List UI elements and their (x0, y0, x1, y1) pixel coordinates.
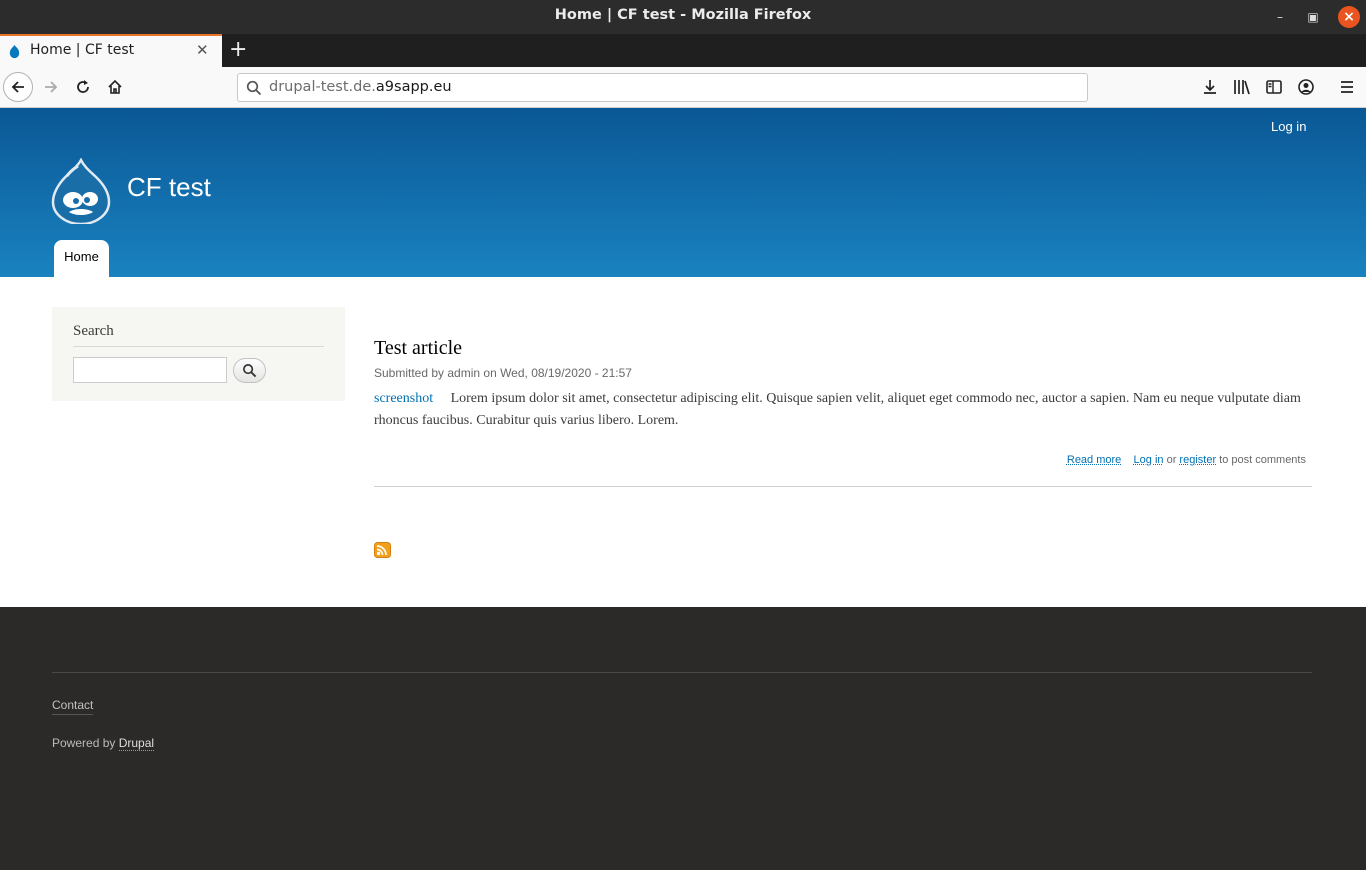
menu-icon[interactable] (1337, 77, 1357, 97)
new-tab-icon[interactable]: + (229, 37, 247, 63)
back-icon[interactable] (3, 72, 33, 102)
read-more-link[interactable]: Read more (1067, 454, 1121, 466)
article-image-link[interactable]: screenshot (374, 391, 433, 406)
drupal-logo-icon[interactable] (51, 158, 111, 224)
search-icon (246, 80, 262, 96)
forward-icon[interactable] (36, 72, 66, 102)
footer-divider (52, 672, 1312, 673)
main-menu-home[interactable]: Home (54, 240, 109, 277)
downloads-icon[interactable] (1200, 77, 1220, 97)
url-bar[interactable]: drupal-test.de.a9sapp.eu (237, 73, 1088, 102)
article-title[interactable]: Test article (374, 337, 462, 360)
site-footer: Contact Powered by Drupal (0, 607, 1366, 870)
powered-by-text: Powered by (52, 736, 116, 750)
window-close-icon[interactable]: × (1338, 6, 1360, 28)
comment-login-link[interactable]: Log in (1134, 454, 1164, 466)
tab-home[interactable]: Home | CF test ✕ (0, 34, 222, 67)
article-submitted: Submitted by admin on Wed, 08/19/2020 - … (374, 366, 632, 380)
library-icon[interactable] (1232, 77, 1252, 97)
footer-contact-link[interactable]: Contact (52, 698, 94, 715)
search-block-divider (73, 346, 324, 347)
site-name[interactable]: CF test (127, 172, 211, 203)
navigation-toolbar: drupal-test.de.a9sapp.eu (0, 67, 1366, 108)
url-text: drupal-test.de.a9sapp.eu (269, 79, 452, 95)
search-block: Search (52, 307, 345, 401)
main-content: Search Test article Submitted by admin o… (0, 277, 1366, 607)
search-input[interactable] (73, 357, 227, 383)
account-icon[interactable] (1296, 77, 1316, 97)
article-body: screenshot Lorem ipsum dolor sit amet, c… (374, 388, 1309, 432)
header-login-link[interactable]: Log in (1271, 119, 1306, 134)
reload-icon[interactable] (68, 72, 98, 102)
search-button[interactable] (233, 358, 266, 383)
site-header: Log in CF test Home (0, 108, 1366, 277)
window-minimize-icon[interactable]: – (1269, 6, 1291, 28)
tab-label: Home | CF test (30, 42, 135, 58)
search-icon (243, 364, 257, 378)
rss-feed-icon[interactable] (374, 542, 391, 558)
article-divider (374, 486, 1312, 487)
window-title: Home | CF test - Mozilla Firefox (554, 7, 812, 23)
drupal-favicon-icon (9, 44, 20, 59)
or-text: or (1166, 454, 1177, 466)
footer-powered-by: Powered by Drupal (52, 736, 155, 751)
sidebar-icon[interactable] (1264, 77, 1284, 97)
drupal-link[interactable]: Drupal (118, 736, 155, 751)
window-maximize-icon[interactable]: ▣ (1302, 6, 1324, 28)
search-block-title: Search (73, 323, 114, 339)
post-comments-text: to post comments (1219, 454, 1306, 466)
article-links: Read more Log in or register to post com… (1067, 454, 1306, 466)
register-link[interactable]: register (1179, 454, 1216, 466)
article-body-text: Lorem ipsum dolor sit amet, consectetur … (374, 391, 1301, 428)
window-titlebar: Home | CF test - Mozilla Firefox – ▣ × (0, 0, 1366, 34)
home-icon[interactable] (100, 72, 130, 102)
tab-close-icon[interactable]: ✕ (196, 41, 209, 59)
tab-strip: Home | CF test ✕ + (0, 34, 1366, 67)
